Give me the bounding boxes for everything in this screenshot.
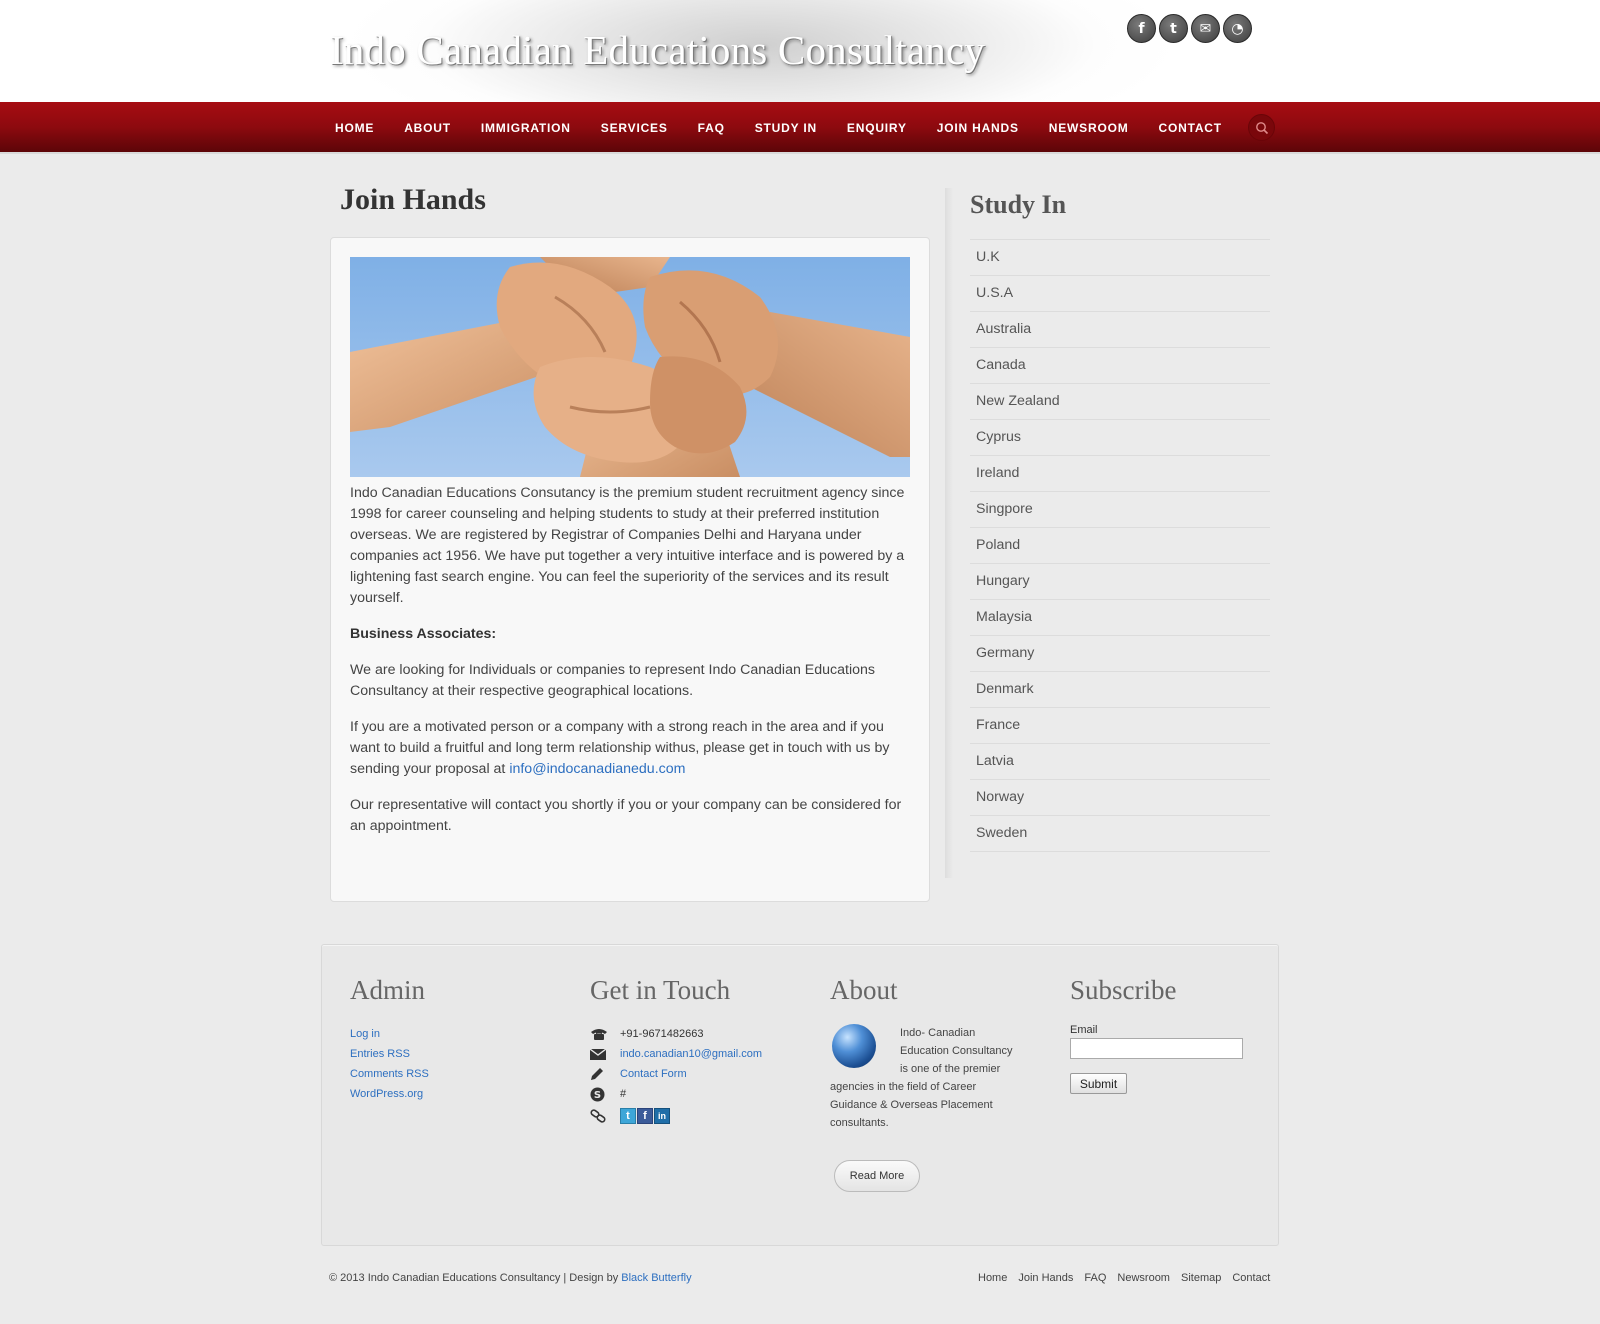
subscribe-email-input[interactable] [1070, 1038, 1243, 1059]
search-button[interactable] [1248, 114, 1275, 141]
bottom-link-contact[interactable]: Contact [1232, 1272, 1270, 1284]
nav-item-services[interactable]: SERVICES [586, 102, 683, 154]
sidebar-item-uk[interactable]: U.K [970, 240, 1270, 276]
about-block: Indo- Canadian Education Consultancy is … [830, 1024, 1020, 1132]
footer: Admin Log in Entries RSS Comments RSS Wo… [321, 944, 1279, 1246]
skype-icon: S [590, 1087, 620, 1102]
sidebar-item-usa[interactable]: U.S.A [970, 276, 1270, 312]
sidebar-item-sweden[interactable]: Sweden [970, 816, 1270, 852]
search-icon [1256, 122, 1269, 135]
footer-get-in-touch: Get in Touch +91-9671482663 indo.canadia… [590, 975, 762, 1126]
footer-admin: Admin Log in Entries RSS Comments RSS Wo… [350, 975, 429, 1104]
sidebar-item-poland[interactable]: Poland [970, 528, 1270, 564]
twitter-icon[interactable]: t [1159, 14, 1188, 43]
sidebar-item-canada[interactable]: Canada [970, 348, 1270, 384]
sidebar-item-france[interactable]: France [970, 708, 1270, 744]
pencil-icon [590, 1067, 620, 1081]
bottom-nav: Home Join Hands FAQ Newsroom Sitemap Con… [978, 1272, 1281, 1284]
copyright-text: © 2013 Indo Canadian Educations Consulta… [329, 1272, 622, 1284]
contact-form-row: Contact Form [590, 1064, 762, 1084]
entries-rss-link[interactable]: Entries RSS [350, 1044, 429, 1064]
nav-item-home[interactable]: HOME [320, 102, 389, 154]
nav-item-newsroom[interactable]: NEWSROOM [1034, 102, 1144, 154]
footer-subscribe: Subscribe Email Submit [1070, 975, 1243, 1094]
email-row: indo.canadian10@gmail.com [590, 1044, 762, 1064]
nav-item-faq[interactable]: FAQ [683, 102, 740, 154]
intro-paragraph: Indo Canadian Educations Consutancy is t… [350, 485, 905, 606]
main-nav: HOME ABOUT IMMIGRATION SERVICES FAQ STUD… [0, 102, 1600, 154]
globe-icon [832, 1024, 876, 1068]
phone-number: +91-9671482663 [620, 1028, 704, 1040]
bottom-link-sitemap[interactable]: Sitemap [1181, 1272, 1221, 1284]
twitter-small-icon[interactable]: t [620, 1108, 636, 1124]
social-links: f t ✉ ◔ [1127, 14, 1252, 43]
nav-item-about[interactable]: ABOUT [389, 102, 466, 154]
touch-title: Get in Touch [590, 975, 731, 1005]
sidebar-item-latvia[interactable]: Latvia [970, 744, 1270, 780]
linkedin-small-icon[interactable]: in [654, 1108, 670, 1124]
sidebar-item-australia[interactable]: Australia [970, 312, 1270, 348]
about-title: About [830, 975, 898, 1005]
closing-paragraph: Our representative will contact you shor… [350, 797, 902, 834]
nav-item-enquiry[interactable]: ENQUIRY [832, 102, 922, 154]
sidebar-divider [945, 188, 953, 878]
phone-icon [590, 1028, 620, 1040]
sidebar-item-germany[interactable]: Germany [970, 636, 1270, 672]
read-more-button[interactable]: Read More [834, 1160, 920, 1192]
bottom-link-join-hands[interactable]: Join Hands [1018, 1272, 1073, 1284]
footer-about: About Indo- Canadian Education Consultan… [830, 975, 1020, 1192]
sidebar-item-ireland[interactable]: Ireland [970, 456, 1270, 492]
sidebar-item-cyprus[interactable]: Cyprus [970, 420, 1270, 456]
designer-link[interactable]: Black Butterfly [621, 1272, 691, 1284]
admin-title: Admin [350, 975, 426, 1005]
nav-item-join-hands[interactable]: JOIN HANDS [922, 102, 1034, 154]
join-hands-image [350, 257, 910, 477]
site-header: Indo Canadian Educations Consultancy f t… [0, 0, 1600, 102]
comments-rss-link[interactable]: Comments RSS [350, 1064, 429, 1084]
sidebar-item-malaysia[interactable]: Malaysia [970, 600, 1270, 636]
nav-menu: HOME ABOUT IMMIGRATION SERVICES FAQ STUD… [320, 102, 1237, 154]
nav-item-contact[interactable]: CONTACT [1144, 102, 1237, 154]
mail-icon[interactable]: ✉ [1191, 14, 1220, 43]
facebook-small-icon[interactable]: f [637, 1108, 653, 1124]
envelope-icon [590, 1048, 620, 1060]
proposal-paragraph: If you are a motivated person or a compa… [350, 717, 910, 780]
sidebar-item-denmark[interactable]: Denmark [970, 672, 1270, 708]
submit-button[interactable]: Submit [1070, 1073, 1127, 1094]
copyright: © 2013 Indo Canadian Educations Consulta… [329, 1272, 692, 1284]
sidebar-item-singpore[interactable]: Singpore [970, 492, 1270, 528]
login-link[interactable]: Log in [350, 1024, 429, 1044]
svg-text:S: S [594, 1090, 601, 1101]
sidebar-title: Study In [970, 190, 1067, 219]
skype-row: S # [590, 1084, 762, 1104]
social-row: t f in [590, 1106, 762, 1126]
proposal-email-link[interactable]: info@indocanadianedu.com [509, 761, 685, 777]
email-label: Email [1070, 1024, 1098, 1036]
business-associates-heading: Business Associates: [350, 626, 497, 642]
bottom-link-home[interactable]: Home [978, 1272, 1007, 1284]
bottom-link-faq[interactable]: FAQ [1084, 1272, 1106, 1284]
site-title[interactable]: Indo Canadian Educations Consultancy [330, 26, 985, 74]
page-title: Join Hands [340, 183, 486, 216]
nav-item-immigration[interactable]: IMMIGRATION [466, 102, 586, 154]
content-box: Indo Canadian Educations Consutancy is t… [330, 237, 930, 902]
sidebar-item-norway[interactable]: Norway [970, 780, 1270, 816]
sidebar-item-hungary[interactable]: Hungary [970, 564, 1270, 600]
link-icon [590, 1109, 620, 1123]
rss-icon[interactable]: ◔ [1223, 14, 1252, 43]
skype-id: # [620, 1088, 627, 1100]
nav-item-study-in[interactable]: STUDY IN [740, 102, 832, 154]
contact-form-link[interactable]: Contact Form [620, 1068, 687, 1080]
associates-paragraph: We are looking for Individuals or compan… [350, 662, 875, 699]
content-text: Indo Canadian Educations Consutancy is t… [350, 483, 910, 852]
phone-row: +91-9671482663 [590, 1024, 762, 1044]
subscribe-title: Subscribe [1070, 975, 1177, 1005]
facebook-icon[interactable]: f [1127, 14, 1156, 43]
sidebar-item-new-zealand[interactable]: New Zealand [970, 384, 1270, 420]
bottom-link-newsroom[interactable]: Newsroom [1117, 1272, 1170, 1284]
study-in-list: U.K U.S.A Australia Canada New Zealand C… [970, 239, 1270, 852]
footer-email-link[interactable]: indo.canadian10@gmail.com [620, 1048, 762, 1060]
wordpress-link[interactable]: WordPress.org [350, 1084, 429, 1104]
